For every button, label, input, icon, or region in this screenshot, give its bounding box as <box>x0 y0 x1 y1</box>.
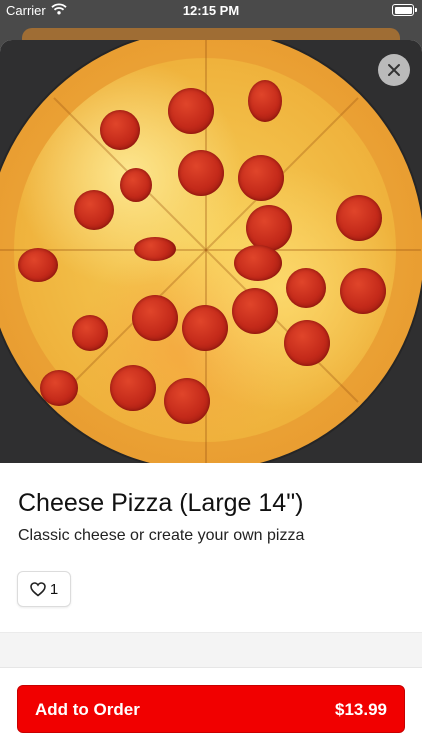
pepperoni <box>134 237 176 261</box>
item-price: $13.99 <box>335 700 387 719</box>
close-button[interactable] <box>378 54 410 86</box>
pepperoni <box>238 155 284 201</box>
pepperoni <box>246 205 292 251</box>
pepperoni <box>110 365 156 411</box>
pepperoni <box>120 168 152 202</box>
pepperoni <box>164 378 210 424</box>
pepperoni <box>40 370 78 406</box>
like-button[interactable]: 1 <box>17 571 71 607</box>
status-time: 12:15 PM <box>182 3 240 18</box>
close-icon <box>388 64 400 76</box>
pepperoni <box>132 295 178 341</box>
item-title: Cheese Pizza (Large 14") <box>18 489 304 517</box>
pepperoni <box>74 190 114 230</box>
pepperoni <box>178 150 224 196</box>
item-detail-sheet: Cheese Pizza (Large 14") Classic cheese … <box>0 40 422 750</box>
pepperoni-pizza-photo <box>0 40 422 463</box>
pepperoni <box>340 268 386 314</box>
pizza-slice-line <box>206 249 421 251</box>
status-bar: Carrier 12:15 PM <box>0 0 422 22</box>
add-to-order-button[interactable]: Add to Order $13.99 <box>17 685 405 733</box>
pizza-slice-line <box>205 250 207 463</box>
status-right <box>392 4 417 16</box>
heart-icon <box>30 581 46 597</box>
pepperoni <box>284 320 330 366</box>
pepperoni <box>18 248 58 282</box>
pepperoni <box>286 268 326 308</box>
pepperoni <box>100 110 140 150</box>
pepperoni <box>72 315 108 351</box>
pepperoni <box>168 88 214 134</box>
add-to-order-label: Add to Order <box>35 700 140 719</box>
pizza-slice-line <box>205 40 207 250</box>
pepperoni <box>232 288 278 334</box>
like-count: 1 <box>49 580 59 598</box>
pepperoni <box>182 305 228 351</box>
pepperoni <box>248 80 282 122</box>
section-divider <box>0 632 422 667</box>
pepperoni <box>234 245 282 281</box>
battery-icon <box>392 4 417 16</box>
item-description: Classic cheese or create your own pizza <box>18 527 305 544</box>
bottom-action-bar: Add to Order $13.99 <box>0 667 422 750</box>
pepperoni <box>336 195 382 241</box>
